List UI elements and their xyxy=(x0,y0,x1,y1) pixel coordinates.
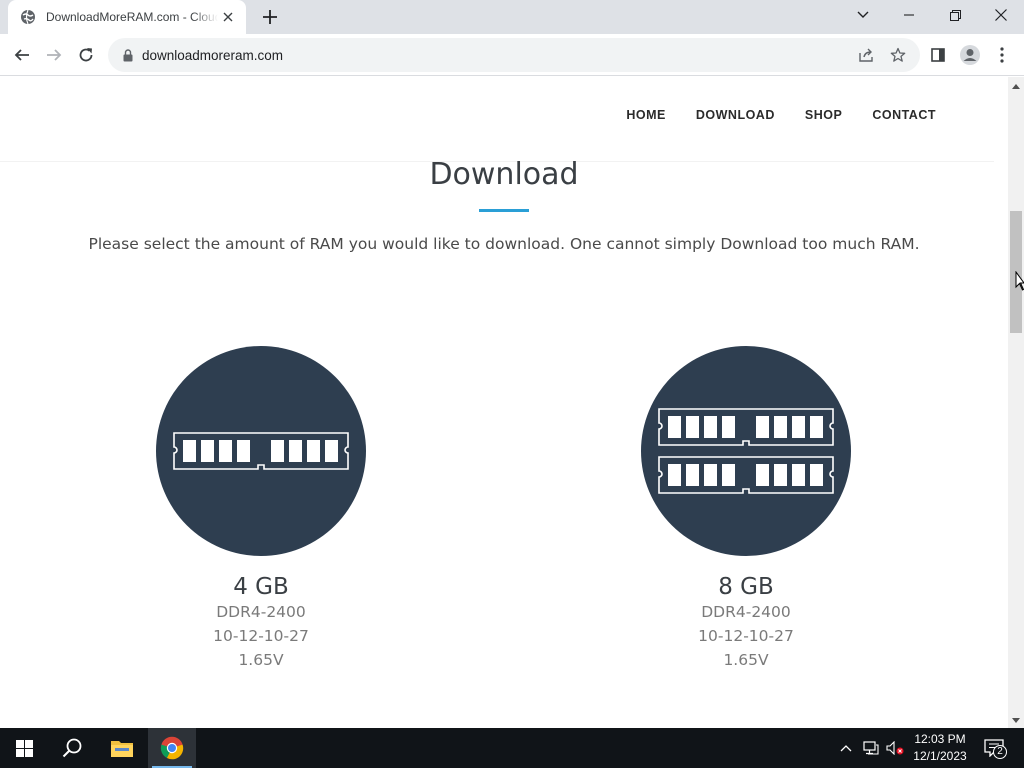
url-text: downloadmoreram.com xyxy=(142,47,284,63)
minimize-icon[interactable] xyxy=(886,0,932,30)
bookmark-star-icon[interactable] xyxy=(885,42,911,68)
product-voltage: 1.65V xyxy=(238,651,284,669)
volume-muted-icon[interactable] xyxy=(885,738,905,758)
product-card-8gb[interactable]: 8 GB DDR4-2400 10-12-10-27 1.65V xyxy=(616,346,876,672)
nav-download-link[interactable]: DOWNLOAD xyxy=(696,108,775,122)
close-tab-icon[interactable] xyxy=(218,7,238,27)
tab-strip: DownloadMoreRAM.com - Cloudflare xyxy=(0,0,1024,34)
lead-text: Please select the amount of RAM you woul… xyxy=(88,235,920,253)
menu-kebab-icon[interactable] xyxy=(986,39,1018,71)
browser-tab[interactable]: DownloadMoreRAM.com - Cloudflare xyxy=(8,0,246,34)
chrome-taskbar-icon[interactable] xyxy=(148,728,196,768)
page-viewport: HOME DOWNLOAD SHOP CONTACT Download Plea… xyxy=(0,77,1008,728)
product-timings: 10-12-10-27 xyxy=(213,627,309,645)
product-size: 4 GB xyxy=(233,574,289,600)
lock-icon[interactable] xyxy=(121,47,135,63)
chevron-up-icon[interactable] xyxy=(836,738,856,758)
nav-home-link[interactable]: HOME xyxy=(626,108,666,122)
notification-center-icon[interactable]: 2 xyxy=(982,738,1007,759)
tab-search-icon[interactable] xyxy=(840,0,886,30)
nav-shop-link[interactable]: SHOP xyxy=(805,108,842,122)
scroll-up-icon[interactable] xyxy=(1008,79,1024,93)
file-explorer-icon[interactable] xyxy=(98,728,146,768)
network-icon[interactable] xyxy=(861,738,881,758)
product-type: DDR4-2400 xyxy=(216,603,306,621)
globe-icon xyxy=(20,9,36,25)
scrollbar-track[interactable] xyxy=(1008,77,1024,728)
page-title: Download xyxy=(429,157,579,192)
product-voltage: 1.65V xyxy=(723,651,769,669)
forward-button[interactable] xyxy=(38,39,70,71)
clock-time: 12:03 PM xyxy=(914,732,966,746)
back-button[interactable] xyxy=(6,39,38,71)
ram-two-sticks-icon[interactable] xyxy=(641,346,851,556)
site-nav: HOME DOWNLOAD SHOP CONTACT xyxy=(596,108,936,122)
profile-avatar-icon[interactable] xyxy=(954,39,986,71)
browser-toolbar: downloadmoreram.com xyxy=(0,34,1024,76)
search-icon[interactable] xyxy=(48,728,96,768)
windows-start-icon[interactable] xyxy=(0,728,48,768)
close-window-icon[interactable] xyxy=(978,0,1024,30)
windows-taskbar: 12:03 PM 12/1/2023 2 xyxy=(0,728,1024,768)
product-type: DDR4-2400 xyxy=(701,603,791,621)
product-size: 8 GB xyxy=(718,574,774,600)
ram-stick-icon[interactable] xyxy=(156,346,366,556)
system-clock[interactable]: 12:03 PM 12/1/2023 xyxy=(908,731,972,765)
clock-date: 12/1/2023 xyxy=(913,749,967,763)
new-tab-button[interactable] xyxy=(256,5,284,29)
notification-count-badge: 2 xyxy=(993,745,1007,759)
address-bar[interactable]: downloadmoreram.com xyxy=(108,38,920,72)
tab-title: DownloadMoreRAM.com - Cloudflare xyxy=(46,10,218,24)
mouse-cursor-icon xyxy=(1015,270,1024,296)
title-underline xyxy=(479,209,529,212)
product-card-4gb[interactable]: 4 GB DDR4-2400 10-12-10-27 1.65V xyxy=(131,346,391,672)
side-panel-icon[interactable] xyxy=(922,39,954,71)
scroll-down-icon[interactable] xyxy=(1008,713,1024,727)
product-timings: 10-12-10-27 xyxy=(698,627,794,645)
reload-button[interactable] xyxy=(70,39,102,71)
nav-contact-link[interactable]: CONTACT xyxy=(872,108,936,122)
share-icon[interactable] xyxy=(853,42,879,68)
restore-icon[interactable] xyxy=(932,0,978,30)
